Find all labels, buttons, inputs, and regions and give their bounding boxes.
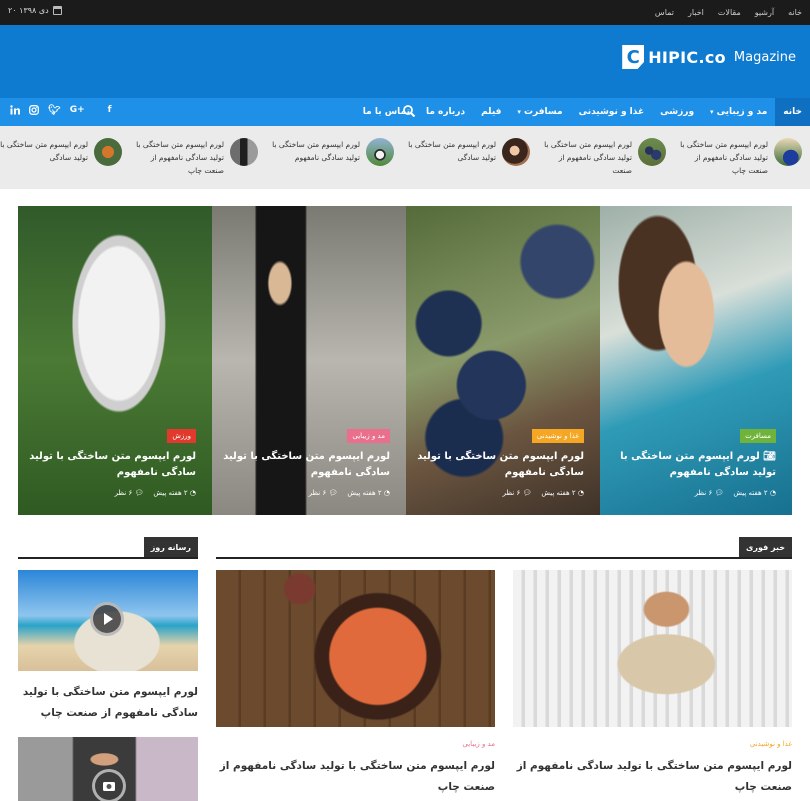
article-category[interactable]: مد و زیبایی — [462, 740, 495, 748]
slide-travel[interactable]: مسافرت 📷︎ لورم ایپسوم متن ساختگی با تولی… — [600, 206, 792, 515]
top-nav-home[interactable]: خانه — [788, 8, 802, 17]
slide-comments: 💬︎ ۶ نظر — [694, 489, 724, 497]
slide-category[interactable]: مسافرت — [740, 429, 776, 443]
logo-word: HIPIC.co — [648, 47, 726, 67]
ticker-item[interactable]: لورم ایپسوم متن ساختگی با تولید سادگی نا… — [674, 136, 802, 180]
facebook-icon[interactable]: f — [108, 105, 112, 116]
menu-item-home[interactable]: خانه — [775, 98, 810, 126]
section-header-daily: رسانه روز — [18, 537, 198, 559]
ticker-item[interactable]: لورم ایپسوم متن ساختگی با تولید سادگی نا… — [130, 136, 258, 180]
menu-item-label: فیلم — [481, 107, 502, 117]
slide-comments: 💬︎ ۶ نظر — [114, 489, 144, 497]
media-image[interactable] — [18, 570, 198, 671]
slide-food[interactable]: غذا و نوشیدنی لورم ایپسوم متن ساختگی با … — [406, 206, 600, 515]
slide-time: ◔ ۲ هفته پیش — [541, 489, 584, 497]
menu-item-label: خانه — [783, 107, 802, 117]
camera-icon: 📷︎ — [759, 451, 776, 462]
menu-item-about[interactable]: درباره ما — [418, 98, 473, 126]
menu-item-label: ورزشی — [660, 107, 695, 117]
ticker-title: لورم ایپسوم متن ساختگی با تولید سادگی نا… — [544, 140, 632, 175]
ticker-title: لورم ایپسوم متن ساختگی با تولید سادگی نا… — [680, 140, 768, 175]
top-nav-archive[interactable]: آرشیو — [755, 8, 774, 17]
menu-item-sports[interactable]: ورزشی — [652, 98, 702, 126]
ticker-thumbnail — [638, 138, 666, 166]
chevron-down-icon: ▾ — [517, 108, 521, 116]
menu-item-label: غذا و نوشیدنی — [578, 107, 645, 117]
site-logo[interactable]: C HIPIC.co Magazine — [622, 45, 796, 69]
slide-time: ◔ ۲ هفته پیش — [153, 489, 196, 497]
article-title[interactable]: لورم ایپسوم متن ساختگی با تولید سادگی نا… — [216, 756, 495, 798]
camera-icon[interactable] — [92, 769, 126, 801]
slide-time: ◔ ۲ هفته پیش — [733, 489, 776, 497]
ticker-thumbnail — [502, 138, 530, 166]
menu-item-label: درباره ما — [425, 107, 466, 117]
logo-sub: Magazine — [733, 49, 796, 65]
news-ticker: لورم ایپسوم متن ساختگی با تولید سادگی نا… — [0, 126, 810, 189]
slide-time: ◔ ۲ هفته پیش — [347, 489, 390, 497]
google-plus-icon[interactable]: G+ — [70, 105, 85, 116]
search-icon[interactable] — [402, 104, 416, 118]
slide-title[interactable]: لورم ایپسوم متن ساختگی با تولید سادگی نا… — [620, 451, 776, 478]
top-bar: خانه آرشیو مقالات اخبار تماس ۲۰ دی ۱۳۹۸ — [0, 0, 810, 25]
section-title: رسانه روز — [143, 537, 198, 557]
slide-fashion[interactable]: مد و زیبایی لورم ایپسوم متن ساختگی با تو… — [212, 206, 406, 515]
calendar-icon — [52, 6, 62, 15]
chevron-down-icon: ▾ — [710, 108, 714, 116]
slide-category[interactable]: مد و زیبایی — [347, 429, 390, 443]
top-nav-contact[interactable]: تماس — [655, 8, 674, 17]
article-image[interactable] — [513, 570, 792, 727]
ticker-title: لورم ایپسوم متن ساختگی با تولید سادگی نا… — [136, 140, 224, 175]
slide-category[interactable]: ورزش — [167, 429, 196, 443]
media-title[interactable]: لورم ایپسوم متن ساختگی با تولید سادگی نا… — [18, 682, 198, 724]
slide-title[interactable]: لورم ایپسوم متن ساختگی با تولید سادگی نا… — [26, 449, 196, 481]
ticker-title: لورم ایپسوم متن ساختگی با تولید سادگی — [408, 140, 496, 162]
media-image[interactable] — [18, 737, 198, 801]
top-nav-articles[interactable]: مقالات — [718, 8, 741, 17]
date-text: ۲۰ دی ۱۳۹۸ — [8, 6, 49, 15]
social-links: 🐦︎ G+ f — [10, 105, 112, 116]
slide-title[interactable]: لورم ایپسوم متن ساختگی با تولید سادگی نا… — [220, 449, 390, 481]
menu-item-label: مسافرت — [523, 107, 563, 117]
slide-sports[interactable]: ورزش لورم ایپسوم متن ساختگی با تولید ساد… — [18, 206, 212, 515]
linkedin-icon[interactable] — [10, 105, 20, 115]
featured-slider: مسافرت 📷︎ لورم ایپسوم متن ساختگی با تولی… — [18, 206, 792, 515]
site-header: C HIPIC.co Magazine — [0, 25, 810, 97]
slide-comments: 💬︎ ۶ نظر — [308, 489, 338, 497]
article-image[interactable] — [216, 570, 495, 727]
ticker-item[interactable]: لورم ایپسوم متن ساختگی با تولید سادگی — [0, 136, 122, 180]
ticker-item[interactable]: لورم ایپسوم متن ساختگی با تولید سادگی نا… — [538, 136, 666, 180]
menu-item-label: مد و زیبایی — [716, 107, 768, 117]
ticker-title: لورم ایپسوم متن ساختگی با تولید سادگی — [0, 140, 88, 162]
menu-item-travel[interactable]: مسافرت ▾ — [509, 98, 570, 126]
section-header-breaking: خبر فوری — [216, 537, 792, 559]
instagram-icon[interactable] — [29, 105, 39, 115]
menu-item-fashion[interactable]: مد و زیبایی ▾ — [702, 98, 775, 126]
slide-category[interactable]: غذا و نوشیدنی — [531, 429, 584, 443]
logo-mark: C — [622, 45, 645, 69]
ticker-thumbnail — [230, 138, 258, 166]
ticker-thumbnail — [774, 138, 802, 166]
main-menu: خانه مد و زیبایی ▾ ورزشی غذا و نوشیدنی مس… — [0, 97, 810, 126]
menu-item-film[interactable]: فیلم — [473, 98, 509, 126]
top-nav: خانه آرشیو مقالات اخبار تماس — [655, 8, 802, 17]
ticker-thumbnail — [94, 138, 122, 166]
twitter-icon[interactable]: 🐦︎ — [48, 105, 61, 116]
top-nav-news[interactable]: اخبار — [688, 8, 704, 17]
ticker-item[interactable]: لورم ایپسوم متن ساختگی با تولید سادگی نا… — [266, 136, 394, 180]
ticker-title: لورم ایپسوم متن ساختگی با تولید سادگی نا… — [272, 140, 360, 162]
ticker-thumbnail — [366, 138, 394, 166]
menu-item-food[interactable]: غذا و نوشیدنی — [571, 98, 653, 126]
date-display: ۲۰ دی ۱۳۹۸ — [8, 6, 62, 15]
slide-comments: 💬︎ ۶ نظر — [502, 489, 532, 497]
slide-title[interactable]: لورم ایپسوم متن ساختگی با تولید سادگی نا… — [414, 449, 584, 481]
article-category[interactable]: غذا و نوشیدنی — [750, 740, 792, 748]
article-title[interactable]: لورم ایپسوم متن ساختگی با تولید سادگی نا… — [513, 756, 792, 798]
section-title: خبر فوری — [739, 537, 792, 557]
play-icon[interactable] — [90, 602, 124, 636]
ticker-item[interactable]: لورم ایپسوم متن ساختگی با تولید سادگی — [402, 136, 530, 180]
